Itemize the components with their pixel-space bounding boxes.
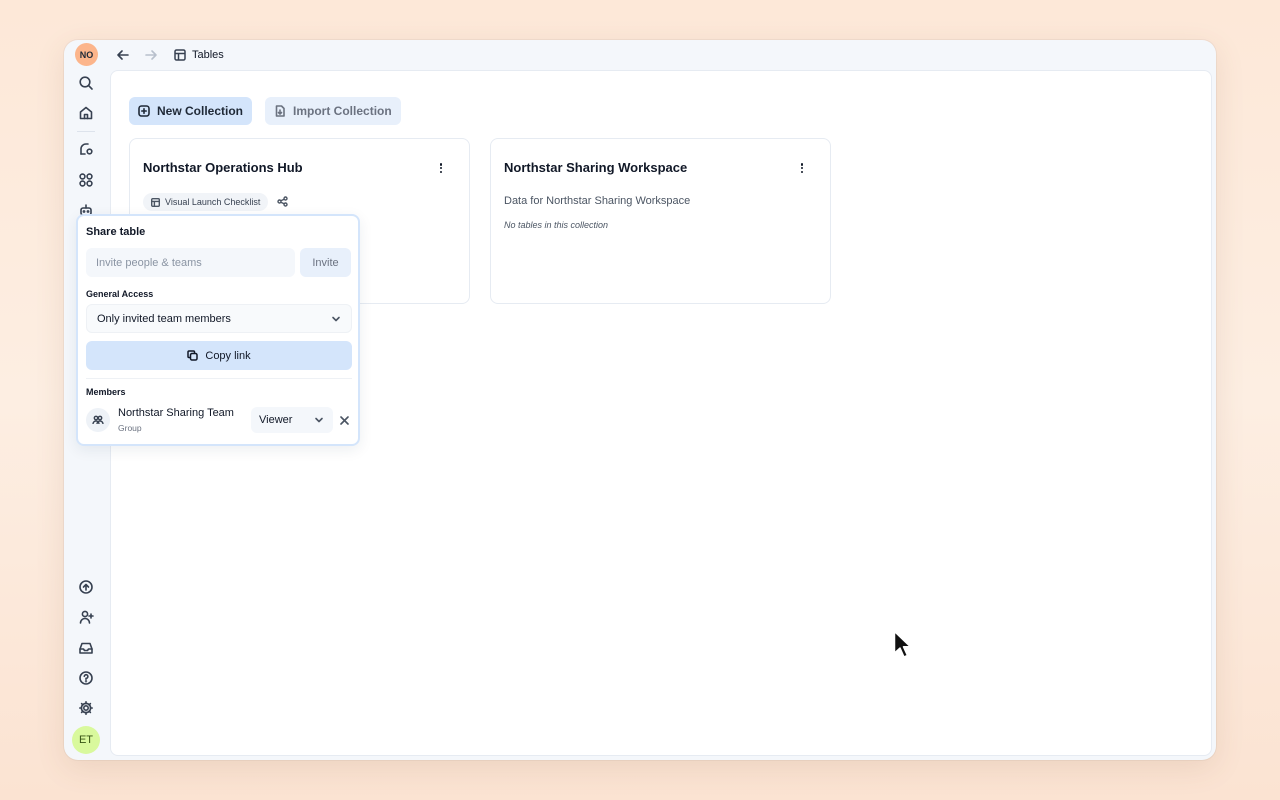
member-type: Group [118, 423, 142, 433]
home-icon [79, 106, 93, 120]
import-collection-button[interactable]: Import Collection [265, 97, 401, 125]
user-plus-icon [79, 610, 94, 624]
mouse-cursor-icon [893, 630, 912, 658]
member-role-value: Viewer [259, 414, 293, 426]
popover-title: Share table [86, 226, 146, 238]
breadcrumb-label: Tables [192, 49, 224, 61]
user-avatar[interactable]: ET [72, 726, 100, 754]
collection-description: Data for Northstar Sharing Workspace [504, 195, 691, 207]
back-button[interactable] [114, 46, 132, 64]
inbox-icon [79, 642, 93, 654]
general-access-select[interactable]: Only invited team members [86, 304, 352, 333]
plus-square-icon [138, 105, 150, 117]
table-chip-label: Visual Launch Checklist [165, 197, 261, 207]
workflows-button[interactable] [74, 137, 98, 161]
popover-divider [86, 378, 352, 379]
table-icon [151, 197, 160, 207]
arrow-up-circle-icon [79, 580, 93, 594]
general-access-label: General Access [86, 289, 154, 299]
collection-title: Northstar Operations Hub [143, 160, 303, 175]
member-role-select[interactable]: Viewer [251, 407, 333, 433]
arrow-right-icon [145, 50, 157, 60]
collection-card[interactable]: Northstar Sharing Workspace Data for Nor… [490, 138, 831, 304]
empty-state-text: No tables in this collection [504, 220, 609, 230]
copy-link-label: Copy link [205, 349, 251, 362]
file-import-icon [275, 105, 285, 117]
help-circle-icon [79, 671, 93, 685]
apps-button[interactable] [74, 168, 98, 192]
settings-button[interactable] [74, 696, 98, 720]
workspace-avatar[interactable]: NO [75, 43, 98, 66]
arrow-left-icon [117, 50, 129, 60]
more-vertical-icon[interactable] [796, 161, 808, 175]
new-collection-button[interactable]: New Collection [129, 97, 253, 125]
search-icon [79, 76, 93, 90]
new-collection-label: New Collection [157, 104, 244, 118]
sidebar-divider [77, 131, 95, 132]
share-button[interactable] [277, 194, 289, 207]
table-icon [174, 49, 186, 61]
topbar: Tables [108, 40, 1216, 70]
share-icon [277, 196, 288, 207]
more-vertical-icon[interactable] [435, 161, 447, 175]
upgrade-button[interactable] [74, 575, 98, 599]
invite-user-button[interactable] [74, 605, 98, 629]
import-collection-label: Import Collection [293, 104, 392, 118]
collection-title: Northstar Sharing Workspace [504, 160, 688, 175]
share-table-popover: Share table Invite General Access Only i… [76, 214, 360, 446]
members-label: Members [86, 387, 126, 397]
home-button[interactable] [74, 101, 98, 125]
close-icon [339, 415, 349, 425]
general-access-value: Only invited team members [97, 312, 231, 325]
member-name: Northstar Sharing Team [118, 407, 234, 419]
chevron-down-icon [315, 417, 323, 423]
inbox-button[interactable] [74, 636, 98, 660]
group-icon [92, 415, 104, 425]
collections-toolbar: New Collection Import Collection [129, 97, 401, 125]
workflow-icon [80, 143, 93, 155]
table-chip[interactable]: Visual Launch Checklist [143, 193, 269, 211]
copy-icon [187, 350, 199, 361]
gear-icon [79, 701, 93, 715]
search-button[interactable] [74, 71, 98, 95]
help-button[interactable] [74, 666, 98, 690]
remove-member-button[interactable] [338, 414, 350, 426]
breadcrumb[interactable]: Tables [174, 49, 224, 61]
grid-icon [79, 173, 93, 187]
forward-button[interactable] [142, 46, 160, 64]
invite-button[interactable]: Invite [300, 248, 351, 277]
chevron-down-icon [332, 316, 340, 321]
copy-link-button[interactable]: Copy link [86, 341, 352, 370]
invite-input[interactable] [86, 248, 295, 277]
member-avatar [86, 408, 110, 432]
